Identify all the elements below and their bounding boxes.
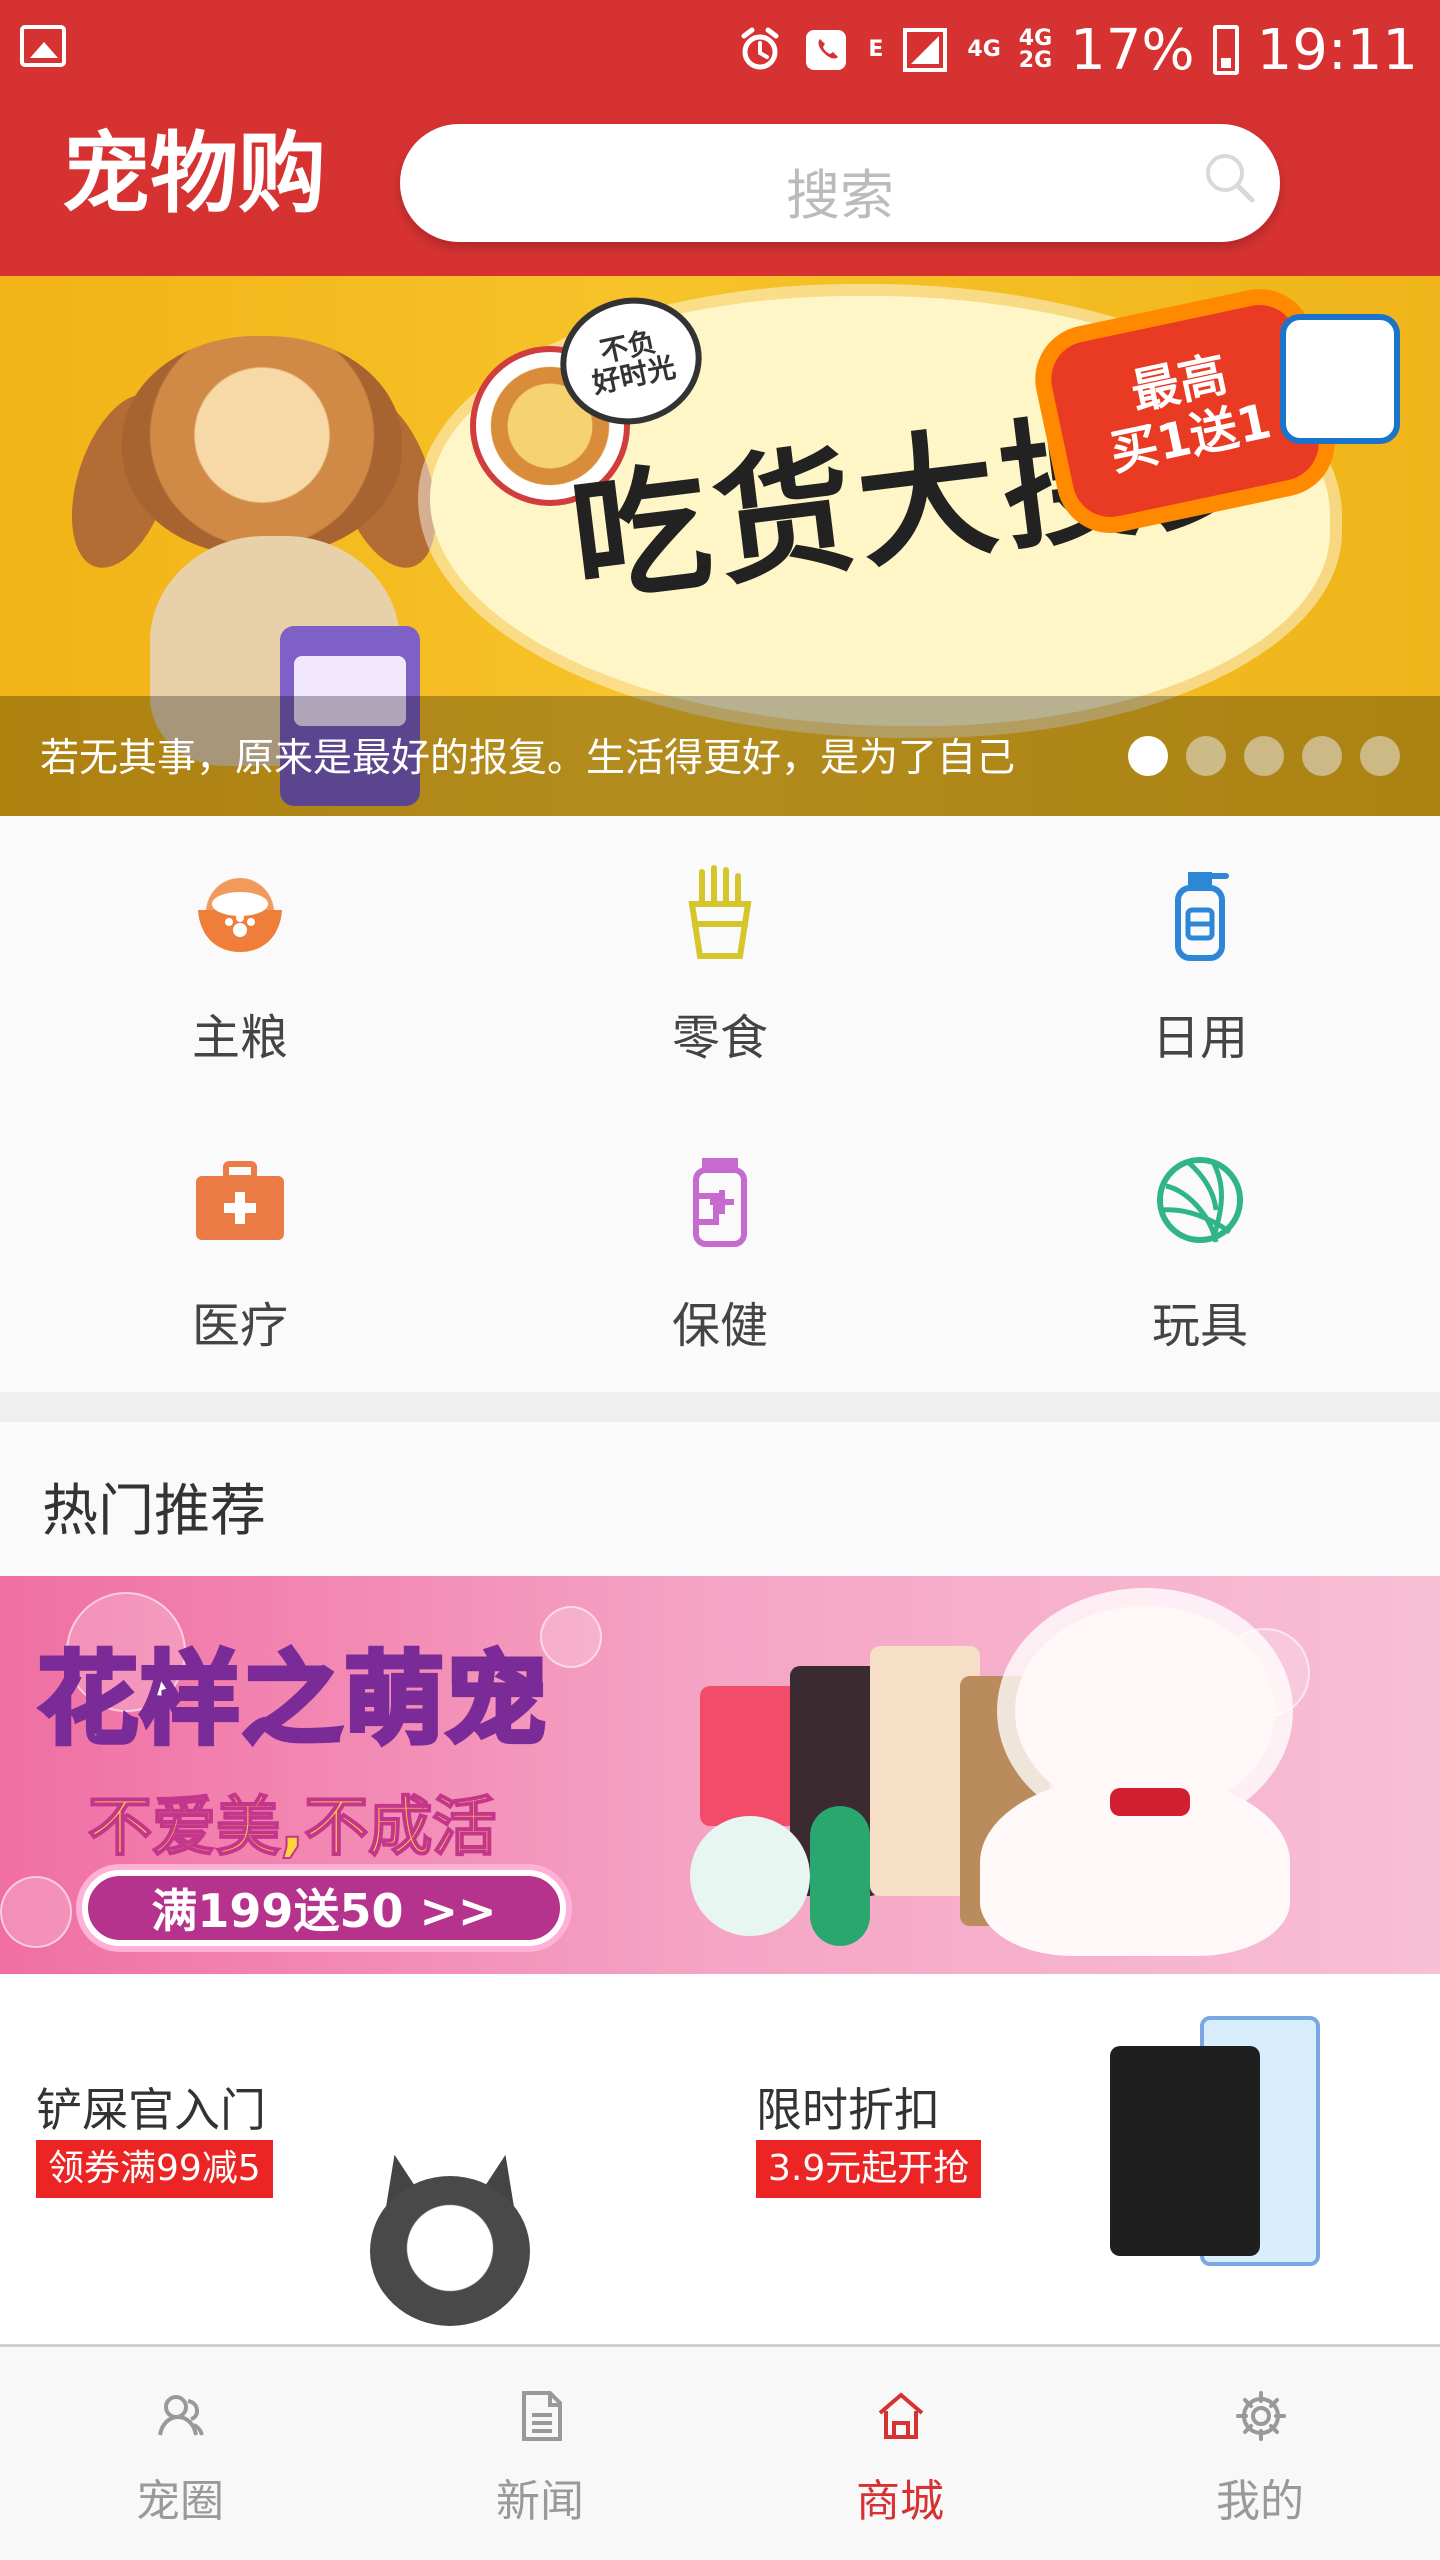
nav-item-pet-circle[interactable]: 宠圈 [0, 2347, 360, 2560]
hot-recommend-header: 热门推荐 [0, 1422, 1440, 1576]
promo-card-flash-sale[interactable]: 限时折扣 3.9元起开抢 [720, 1974, 1440, 2344]
ball-icon [1157, 1157, 1243, 1243]
pet-brush [810, 1806, 870, 1946]
category-toys[interactable]: 玩具 [960, 1104, 1440, 1392]
hot-banner-title: 花样之萌宠 [36, 1639, 549, 1761]
battery-percent: 17% [1070, 17, 1195, 83]
nav-label: 宠圈 [136, 2476, 224, 2527]
hot-recommend-banner[interactable]: 花样之萌宠 不爱美,不成活 满199送50 >> [0, 1576, 1440, 1974]
decor-bubble [540, 1606, 602, 1668]
pet-supplement-jar [690, 1816, 810, 1936]
news-icon [522, 2391, 562, 2441]
supplement-bottle-image [1280, 314, 1400, 444]
people-icon [158, 2395, 204, 2436]
nav-item-store[interactable]: 商城 [720, 2347, 1080, 2560]
app-title: 宠物购 [62, 122, 327, 225]
nav-label: 商城 [856, 2476, 944, 2527]
home-store-icon [878, 2392, 924, 2439]
clock-time: 19:11 [1256, 17, 1418, 83]
status-bar: E 4G 4G 2G 17% 19:11 [0, 0, 1440, 100]
category-daily-use[interactable]: 日用 [960, 816, 1440, 1104]
carousel-dot-5[interactable] [1360, 736, 1400, 776]
hot-banner-button[interactable]: 满199送50 >> [82, 1870, 566, 1946]
food-bowl-icon [198, 878, 282, 952]
good-time-text: 不负 好时光 [589, 324, 679, 401]
promo-discount-tag: 3.9元起开抢 [756, 2140, 982, 2198]
carousel-dot-1[interactable] [1128, 736, 1168, 776]
nav-item-mine[interactable]: 我的 [1080, 2347, 1440, 2560]
category-label: 主粮 [191, 1010, 288, 1066]
nav-item-news[interactable]: 新闻 [360, 2347, 720, 2560]
supplement-icon [693, 1158, 747, 1247]
carousel-dot-4[interactable] [1302, 736, 1342, 776]
fries-icon [688, 865, 752, 959]
dog-food-bag-dark [1110, 2046, 1260, 2256]
nav-label: 新闻 [496, 2476, 584, 2527]
network-4g-1: 4G [967, 37, 1001, 62]
category-label: 医疗 [191, 1298, 288, 1354]
battery-icon [1212, 25, 1239, 75]
network-e: E [868, 37, 884, 62]
husky-head [370, 2176, 530, 2326]
network-4g-2: 4G [1018, 26, 1053, 51]
banner-caption-bar: 若无其事，原来是最好的报复。生活得更好，是为了自己 [0, 696, 1440, 816]
category-label: 日用 [1151, 1010, 1248, 1066]
search-icon[interactable] [1202, 150, 1256, 204]
promo-coupon-tag: 领券满99减5 [36, 2140, 273, 2198]
signal-icon [903, 28, 948, 72]
bottle-icon [1175, 872, 1229, 961]
network-stack: 4G 2G [1019, 28, 1052, 72]
carousel-dot-2[interactable] [1186, 736, 1226, 776]
carousel-dot-3[interactable] [1244, 736, 1284, 776]
alarm-icon [741, 27, 779, 70]
category-health[interactable]: 保健 [480, 1104, 960, 1392]
dog-head [122, 336, 402, 556]
decor-bubble [0, 1876, 72, 1948]
banner-caption: 若无其事，原来是最好的报复。生活得更好，是为了自己 [40, 736, 1016, 781]
promo-card-starter[interactable]: 铲屎官入门 领券满99减5 [0, 1974, 720, 2344]
settings-icon [1236, 2391, 1286, 2441]
poodle-image [930, 1586, 1360, 1966]
promo-cards: 铲屎官入门 领券满99减5 限时折扣 3.9元起开抢 [0, 1974, 1440, 2344]
category-staple-food[interactable]: 主粮 [0, 816, 480, 1104]
section-divider [0, 1392, 1440, 1422]
category-label: 零食 [671, 1010, 768, 1066]
bottom-navigation: 宠圈 新闻 商城 我的 [0, 2344, 1440, 2560]
hero-banner[interactable]: 不负 好时光 吃货大搜罗 最高 买1送1 若无其事，原来是最好的报复。生活得更好… [0, 276, 1440, 816]
medical-kit-icon [196, 1161, 284, 1240]
husky-image [330, 2148, 570, 2344]
category-grid: 主粮 零食 日用 医疗 保健 玩具 [0, 816, 1440, 1392]
category-label: 保健 [671, 1298, 768, 1354]
poodle-bow [1110, 1788, 1190, 1816]
category-medical[interactable]: 医疗 [0, 1104, 480, 1392]
category-snacks[interactable]: 零食 [480, 816, 960, 1104]
category-label: 玩具 [1151, 1298, 1248, 1354]
section-title: 热门推荐 [42, 1479, 266, 1544]
nav-label: 我的 [1216, 2476, 1304, 2527]
hot-banner-button-text: 满199送50 >> [151, 1884, 497, 1938]
promo-title: 限时折扣 [756, 2083, 940, 2137]
buy-one-get-one-text: 最高 买1送1 [1105, 346, 1277, 482]
gallery-icon [20, 25, 66, 67]
app-header: E 4G 4G 2G 17% 19:11 宠物购 搜索 [0, 0, 1440, 276]
phone-icon [806, 30, 847, 70]
status-right: E 4G 4G 2G 17% 19:11 [736, 14, 1418, 86]
hot-banner-subtitle: 不爱美,不成活 [87, 1790, 497, 1866]
search-placeholder: 搜索 [786, 164, 894, 227]
network-2g: 2G [1018, 48, 1053, 73]
search-input[interactable]: 搜索 [400, 124, 1280, 242]
carousel-indicators [1128, 736, 1400, 776]
promo-title: 铲屎官入门 [36, 2083, 266, 2137]
